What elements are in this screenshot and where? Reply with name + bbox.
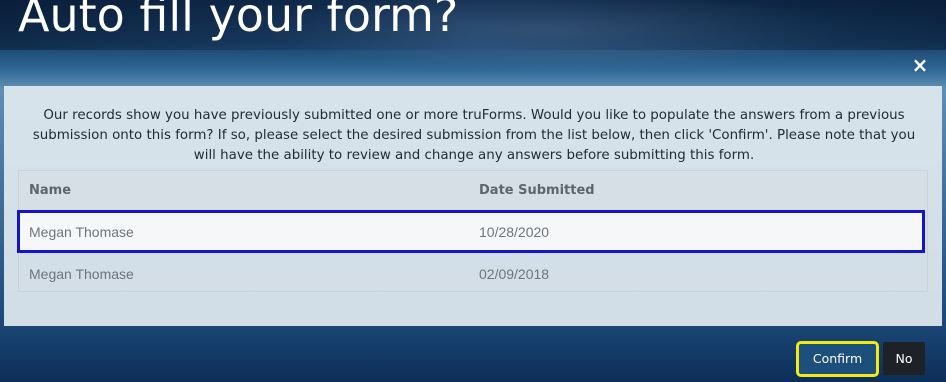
table-row-selected[interactable]: Megan Thomase 10/28/2020	[17, 210, 925, 253]
row-name: Megan Thomase	[29, 224, 134, 240]
row-date-submitted: 02/09/2018	[479, 266, 550, 282]
confirm-button[interactable]: Confirm	[796, 341, 879, 377]
submissions-table: Name Date Submitted Megan Thomase 10/28/…	[17, 170, 928, 293]
column-header-name: Name	[29, 183, 72, 198]
close-icon[interactable]: ×	[908, 53, 932, 77]
column-header-date-submitted: Date Submitted	[479, 183, 595, 198]
no-button[interactable]: No	[883, 342, 925, 375]
row-name: Megan Thomase	[29, 266, 134, 282]
page-title: Auto fill your form?	[18, 0, 459, 42]
table-header: Name Date Submitted	[19, 171, 927, 211]
row-date-submitted: 10/28/2020	[479, 224, 550, 240]
autofill-dialog: Our records show you have previously sub…	[4, 86, 942, 326]
table-row[interactable]: Megan Thomase 02/09/2018	[19, 253, 927, 293]
dialog-message: Our records show you have previously sub…	[32, 108, 916, 163]
